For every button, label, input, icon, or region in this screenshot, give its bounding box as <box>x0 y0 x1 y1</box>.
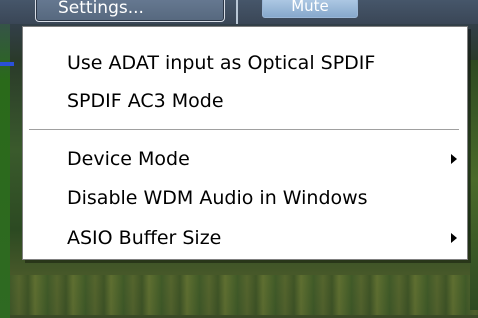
mute-button[interactable]: Mute <box>262 0 358 18</box>
menu-item-disable-wdm-audio[interactable]: Disable WDM Audio in Windows <box>23 182 467 214</box>
menu-item-spdif-ac3-mode[interactable]: SPDIF AC3 Mode <box>23 85 467 117</box>
settings-button[interactable]: Settings... <box>35 0 225 22</box>
menu-item-label: Device Mode <box>67 148 190 170</box>
menu-item-label: ASIO Buffer Size <box>67 227 222 249</box>
menu-item-use-adat-input[interactable]: Use ADAT input as Optical SPDIF <box>23 47 467 79</box>
blue-accent-line <box>0 62 14 66</box>
menu-item-asio-buffer-size[interactable]: ASIO Buffer Size <box>23 222 467 254</box>
background-texture <box>10 275 478 315</box>
context-menu: Use ADAT input as Optical SPDIF SPDIF AC… <box>22 26 468 260</box>
chevron-right-icon <box>451 154 457 164</box>
chevron-right-icon <box>451 233 457 243</box>
top-toolbar: Settings... Mute <box>0 0 478 24</box>
menu-separator <box>29 129 459 131</box>
left-panel-strip <box>0 0 10 318</box>
menu-item-device-mode[interactable]: Device Mode <box>23 143 467 175</box>
toolbar-divider <box>236 0 238 24</box>
right-edge-strip <box>470 60 478 310</box>
